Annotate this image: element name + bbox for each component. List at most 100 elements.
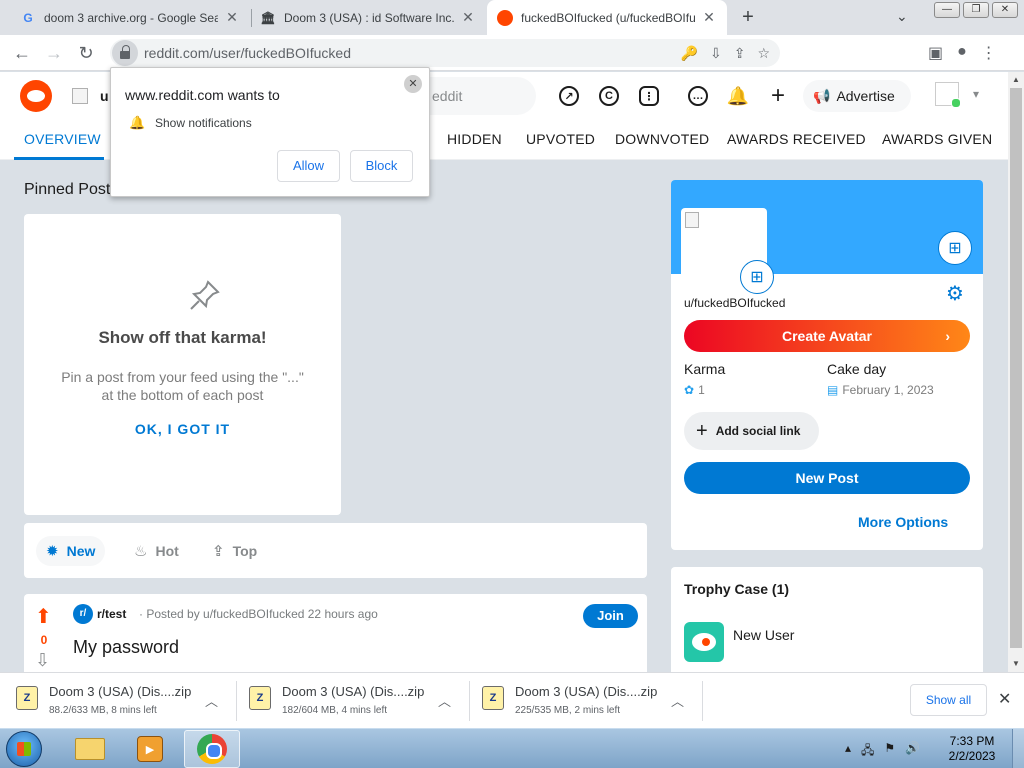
karma-label: Karma	[684, 361, 726, 377]
coins-icon[interactable]: C	[597, 84, 621, 108]
lock-icon[interactable]	[112, 40, 138, 66]
active-tab-indicator	[14, 157, 104, 160]
show-all-downloads-button[interactable]: Show all	[910, 684, 987, 716]
gear-icon[interactable]: ⚙	[946, 281, 964, 306]
scroll-down-icon[interactable]: ▼	[1008, 656, 1024, 672]
taskbar-clock[interactable]: 7:33 PM 2/2/2023	[940, 734, 1004, 764]
zip-file-icon: Z	[482, 686, 504, 710]
tab-overview[interactable]: OVERVIEW	[24, 131, 101, 147]
pin-icon	[190, 280, 220, 310]
add-banner-icon[interactable]: ⊞	[938, 231, 972, 265]
sort-hot-button[interactable]: ♨ Hot	[124, 536, 189, 566]
taskbar-media-player[interactable]: ▶	[122, 730, 178, 768]
close-tab-icon[interactable]: ✕	[701, 9, 717, 26]
add-social-link-button[interactable]: + Add social link	[684, 412, 819, 450]
back-arrow-icon[interactable]: ←	[10, 41, 34, 65]
window-controls: — ❐ ✕	[931, 2, 1018, 18]
new-post-button[interactable]: New Post	[684, 462, 970, 494]
network-icon[interactable]: 🖧	[861, 741, 874, 762]
tab-search-chevron-icon[interactable]: ⌄	[896, 8, 908, 25]
address-bar[interactable]: reddit.com/user/fuckedBOIfucked 🔑 ⇩ ⇪ ☆	[110, 39, 780, 67]
volume-icon[interactable]: 🔊	[905, 741, 920, 762]
download-item[interactable]: Z Doom 3 (USA) (Dis....zip 182/604 MB, 4…	[233, 673, 465, 729]
notification-bell-icon[interactable]: 🔔	[726, 84, 750, 108]
start-button[interactable]	[6, 731, 42, 767]
side-panel-icon[interactable]: ▣	[928, 43, 943, 63]
block-button[interactable]: Block	[350, 150, 413, 182]
tab-archive[interactable]: 🏛 Doom 3 (USA) : id Software Inc. : ✕	[250, 0, 486, 35]
chevron-up-icon[interactable]: ︿	[438, 691, 451, 710]
forward-arrow-icon[interactable]: →	[42, 41, 66, 65]
create-post-plus-icon[interactable]: +	[766, 82, 790, 109]
allow-button[interactable]: Allow	[277, 150, 340, 182]
maximize-button[interactable]: ❐	[963, 2, 989, 18]
key-icon[interactable]: 🔑	[681, 45, 698, 62]
downvote-arrow-icon[interactable]: ⇩	[35, 650, 50, 671]
advertise-button[interactable]: 📢 Advertise	[803, 80, 911, 112]
install-icon[interactable]: ⇩	[710, 45, 722, 62]
permission-text: Show notifications	[155, 116, 252, 130]
more-options-link[interactable]: More Options	[858, 514, 948, 530]
upvote-arrow-icon[interactable]: ⬆	[35, 604, 52, 629]
taskbar-explorer[interactable]	[62, 730, 118, 768]
windows-taskbar: ▶ ▴ 🖧 ⚑ 🔊 7:33 PM 2/2/2023	[0, 728, 1024, 768]
action-center-flag-icon[interactable]: ⚑	[884, 741, 895, 762]
post-title[interactable]: My password	[73, 637, 179, 658]
got-it-button[interactable]: OK, I GOT IT	[24, 421, 341, 437]
subreddit-link[interactable]: r/test	[97, 607, 126, 621]
tab-downvoted[interactable]: DOWNVOTED	[615, 131, 709, 147]
tab-google-search[interactable]: G doom 3 archive.org - Google Sea ✕	[10, 0, 250, 35]
notification-permission-popup: www.reddit.com wants to ✕ 🔔 Show notific…	[110, 67, 430, 197]
trophy-case-title: Trophy Case (1)	[684, 581, 790, 597]
chevron-up-icon[interactable]: ︿	[205, 691, 218, 710]
show-desktop-button[interactable]	[1012, 729, 1024, 768]
tab-awards-given[interactable]: AWARDS GIVEN	[882, 131, 992, 147]
add-avatar-icon[interactable]: ⊞	[740, 260, 774, 294]
flame-icon: ♨	[134, 543, 148, 560]
close-icon[interactable]: ✕	[998, 689, 1011, 709]
download-name: Doom 3 (USA) (Dis....zip	[515, 684, 658, 699]
scrollbar-thumb[interactable]	[1010, 88, 1022, 648]
chat-icon[interactable]: …	[686, 84, 710, 108]
create-avatar-button[interactable]: Create Avatar ›	[684, 320, 970, 352]
minimize-button[interactable]: —	[934, 2, 960, 18]
reddit-icon	[497, 9, 513, 26]
close-tab-icon[interactable]: ✕	[460, 9, 476, 26]
close-window-button[interactable]: ✕	[992, 2, 1018, 18]
header-username[interactable]: u	[100, 88, 109, 104]
sparkle-icon: ✹	[46, 543, 59, 560]
page-scrollbar[interactable]: ▲ ▼	[1008, 72, 1024, 672]
close-tab-icon[interactable]: ✕	[224, 9, 240, 26]
google-icon: G	[23, 10, 33, 25]
scroll-up-icon[interactable]: ▲	[1008, 72, 1024, 88]
chrome-icon	[197, 734, 227, 764]
download-item[interactable]: Z Doom 3 (USA) (Dis....zip 88.2/633 MB, …	[0, 673, 232, 729]
reload-icon[interactable]: ↻	[74, 41, 98, 65]
user-avatar	[935, 82, 961, 108]
reddit-logo-icon[interactable]	[20, 80, 52, 112]
tray-overflow-icon[interactable]: ▴	[845, 741, 851, 762]
sort-new-button[interactable]: ✹ New	[36, 536, 106, 566]
chevron-up-icon[interactable]: ︿	[671, 691, 684, 710]
browser-toolbar: ← → ↻ reddit.com/user/fuckedBOIfucked 🔑 …	[0, 35, 1024, 71]
popular-icon[interactable]: ↗	[557, 84, 581, 108]
post-score: 0	[40, 633, 48, 647]
download-item[interactable]: Z Doom 3 (USA) (Dis....zip 225/535 MB, 2…	[466, 673, 698, 729]
tab-awards-received[interactable]: AWARDS RECEIVED	[727, 131, 866, 147]
menu-kebab-icon[interactable]: ⋮	[981, 43, 997, 63]
new-tab-button[interactable]: +	[737, 6, 759, 28]
profile-icon[interactable]: ●	[957, 43, 967, 63]
user-menu[interactable]: ▾	[935, 82, 979, 108]
subreddit-icon[interactable]: r/	[73, 604, 93, 624]
join-button[interactable]: Join	[583, 604, 638, 628]
talk-icon[interactable]: ⋮	[637, 84, 661, 108]
bookmark-star-icon[interactable]: ☆	[757, 45, 770, 62]
tab-reddit-profile[interactable]: fuckedBOIfucked (u/fuckedBOIfu ✕	[487, 0, 727, 35]
tab-hidden[interactable]: HIDDEN	[447, 131, 502, 147]
share-icon[interactable]: ⇪	[734, 45, 746, 62]
tab-upvoted[interactable]: UPVOTED	[526, 131, 595, 147]
post-card[interactable]: ⬆ 0 ⇩ r/ r/test · Posted by u/fuckedBOIf…	[24, 594, 647, 684]
taskbar-chrome[interactable]	[184, 730, 240, 768]
close-icon[interactable]: ✕	[404, 75, 422, 93]
sort-top-button[interactable]: ⇪ Top	[202, 536, 267, 566]
